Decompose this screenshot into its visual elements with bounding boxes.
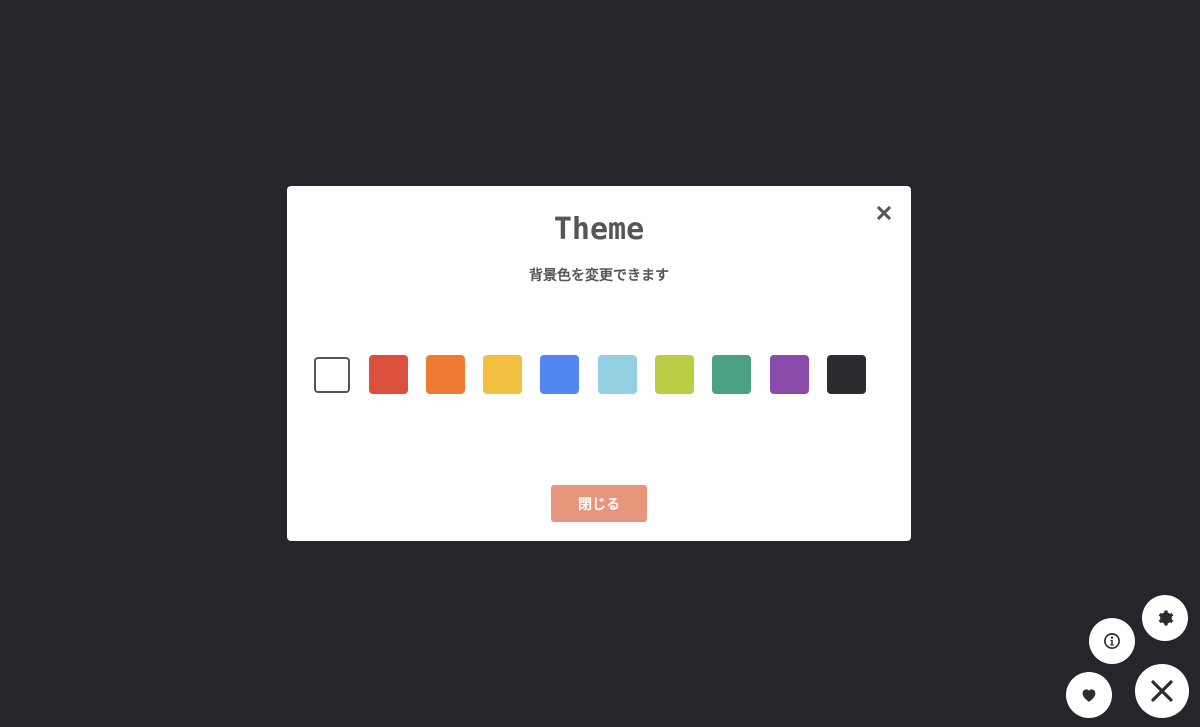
like-button[interactable]	[1066, 672, 1112, 718]
modal-close-button[interactable]	[873, 202, 895, 224]
swatch-yellow[interactable]	[483, 355, 522, 394]
swatch-teal[interactable]	[712, 355, 751, 394]
heart-icon	[1082, 689, 1096, 702]
swatch-red[interactable]	[369, 355, 408, 394]
swatch-dark[interactable]	[827, 355, 866, 394]
settings-button[interactable]	[1142, 595, 1188, 641]
info-button[interactable]	[1089, 618, 1135, 664]
swatch-purple[interactable]	[770, 355, 809, 394]
swatch-white[interactable]	[314, 357, 350, 393]
close-modal-button[interactable]: 閉じる	[551, 485, 647, 522]
swatch-blue[interactable]	[540, 355, 579, 394]
modal-title: Theme	[553, 212, 645, 247]
swatch-lime[interactable]	[655, 355, 694, 394]
close-icon	[877, 206, 891, 220]
gear-icon	[1158, 610, 1174, 626]
close-button[interactable]	[1135, 664, 1189, 718]
close-icon	[1151, 680, 1173, 702]
swatch-light-blue[interactable]	[598, 355, 637, 394]
info-icon	[1104, 633, 1120, 649]
color-swatches	[314, 355, 874, 395]
modal-subtitle: 背景色を変更できます	[529, 268, 669, 284]
swatch-orange[interactable]	[426, 355, 465, 394]
